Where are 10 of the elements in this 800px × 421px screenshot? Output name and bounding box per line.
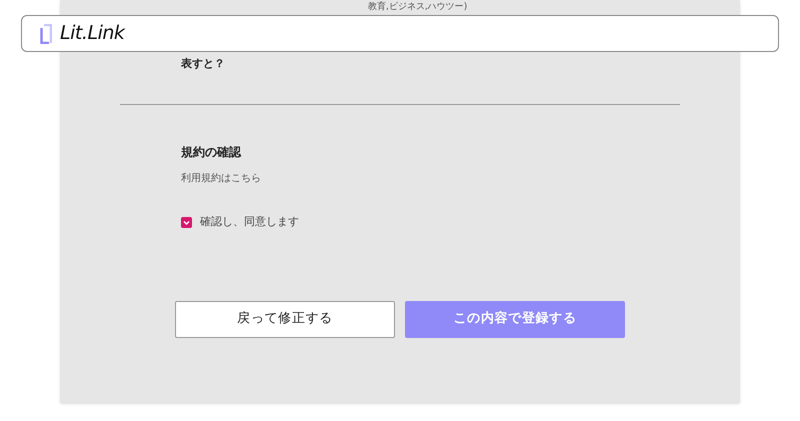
terms-link[interactable]: 利用規約はこちら	[181, 171, 261, 186]
logo-text[interactable]: Lit.Link	[60, 19, 124, 48]
answer-text: 教育,ビジネス,ハウツー)	[368, 2, 468, 13]
checkbox-label: 確認し、同意します	[200, 214, 299, 230]
checkbox[interactable]	[181, 216, 192, 228]
back-button[interactable]: 戻って修正する	[175, 300, 395, 338]
section-title: 規約の確認	[181, 144, 241, 161]
check-icon	[183, 220, 190, 225]
logo-icon	[40, 24, 52, 44]
question-text: 表すと？	[181, 57, 225, 70]
